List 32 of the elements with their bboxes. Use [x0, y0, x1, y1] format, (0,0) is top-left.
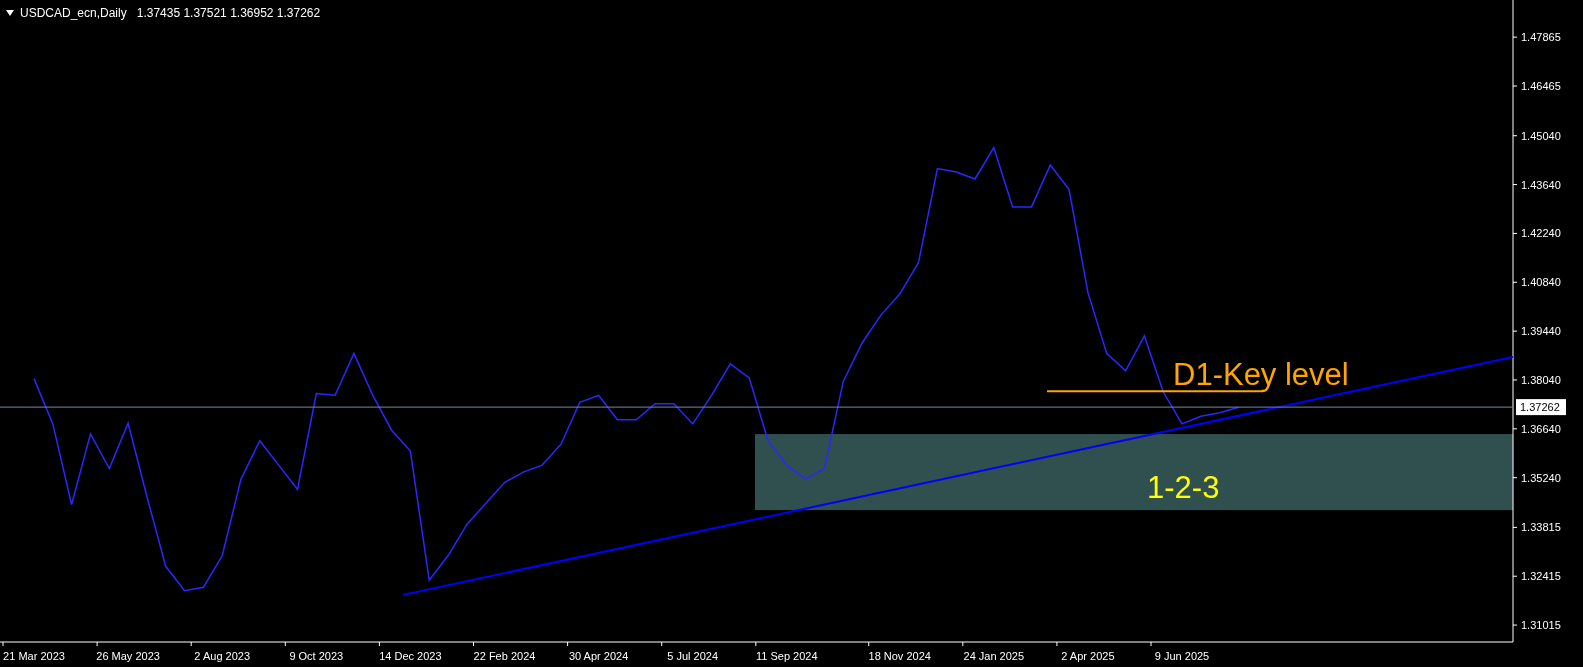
date-axis-label: 9 Oct 2023	[289, 650, 344, 662]
current-price-label: 1.37262	[1516, 399, 1566, 416]
price-axis-label: 1.35240	[1521, 471, 1561, 484]
date-axis-label: 26 May 2023	[96, 650, 160, 662]
chart-annotation: 1-2-3	[1147, 469, 1220, 505]
date-axis-label: 24 Jan 2025	[963, 650, 1025, 662]
date-axis-label: 22 Feb 2024	[473, 650, 536, 662]
price-axis-label: 1.39440	[1521, 325, 1561, 338]
price-axis-label: 1.33815	[1521, 521, 1561, 534]
date-axis-label: 2 Aug 2023	[194, 650, 251, 662]
price-axis-label: 1.42240	[1521, 227, 1561, 240]
price-axis-label: 1.43640	[1521, 178, 1561, 191]
price-axis-label: 1.31015	[1521, 619, 1561, 632]
price-axis-label: 1.45040	[1521, 129, 1561, 142]
price-axis-label: 1.40840	[1521, 276, 1561, 289]
quote-values: 1.37435 1.37521 1.36952 1.37262	[136, 5, 321, 22]
date-axis-label: 11 Sep 2024	[756, 650, 818, 662]
price-axis-label: 1.36640	[1521, 422, 1561, 435]
date-axis-label: 14 Dec 2023	[379, 650, 442, 662]
date-axis-label: 2 Apr 2025	[1061, 650, 1115, 662]
date-axis-label: 21 Mar 2023	[3, 650, 65, 662]
date-axis-label: 30 Apr 2024	[568, 650, 629, 662]
price-axis-label: 1.38040	[1521, 373, 1561, 386]
symbol-title: USDCAD_ecn,Daily	[20, 5, 127, 22]
date-axis-label: 9 Jun 2025	[1154, 650, 1210, 662]
chart-annotation: D1-Key level	[1173, 357, 1349, 393]
price-axis-label: 1.46465	[1521, 80, 1561, 92]
date-axis-label: 5 Jul 2024	[667, 650, 719, 662]
price-axis-label: 1.32415	[1521, 570, 1561, 583]
price-axis-label: 1.47865	[1521, 31, 1561, 44]
date-axis-label: 18 Nov 2024	[868, 650, 931, 662]
dropdown-triangle-icon[interactable]	[6, 10, 14, 16]
